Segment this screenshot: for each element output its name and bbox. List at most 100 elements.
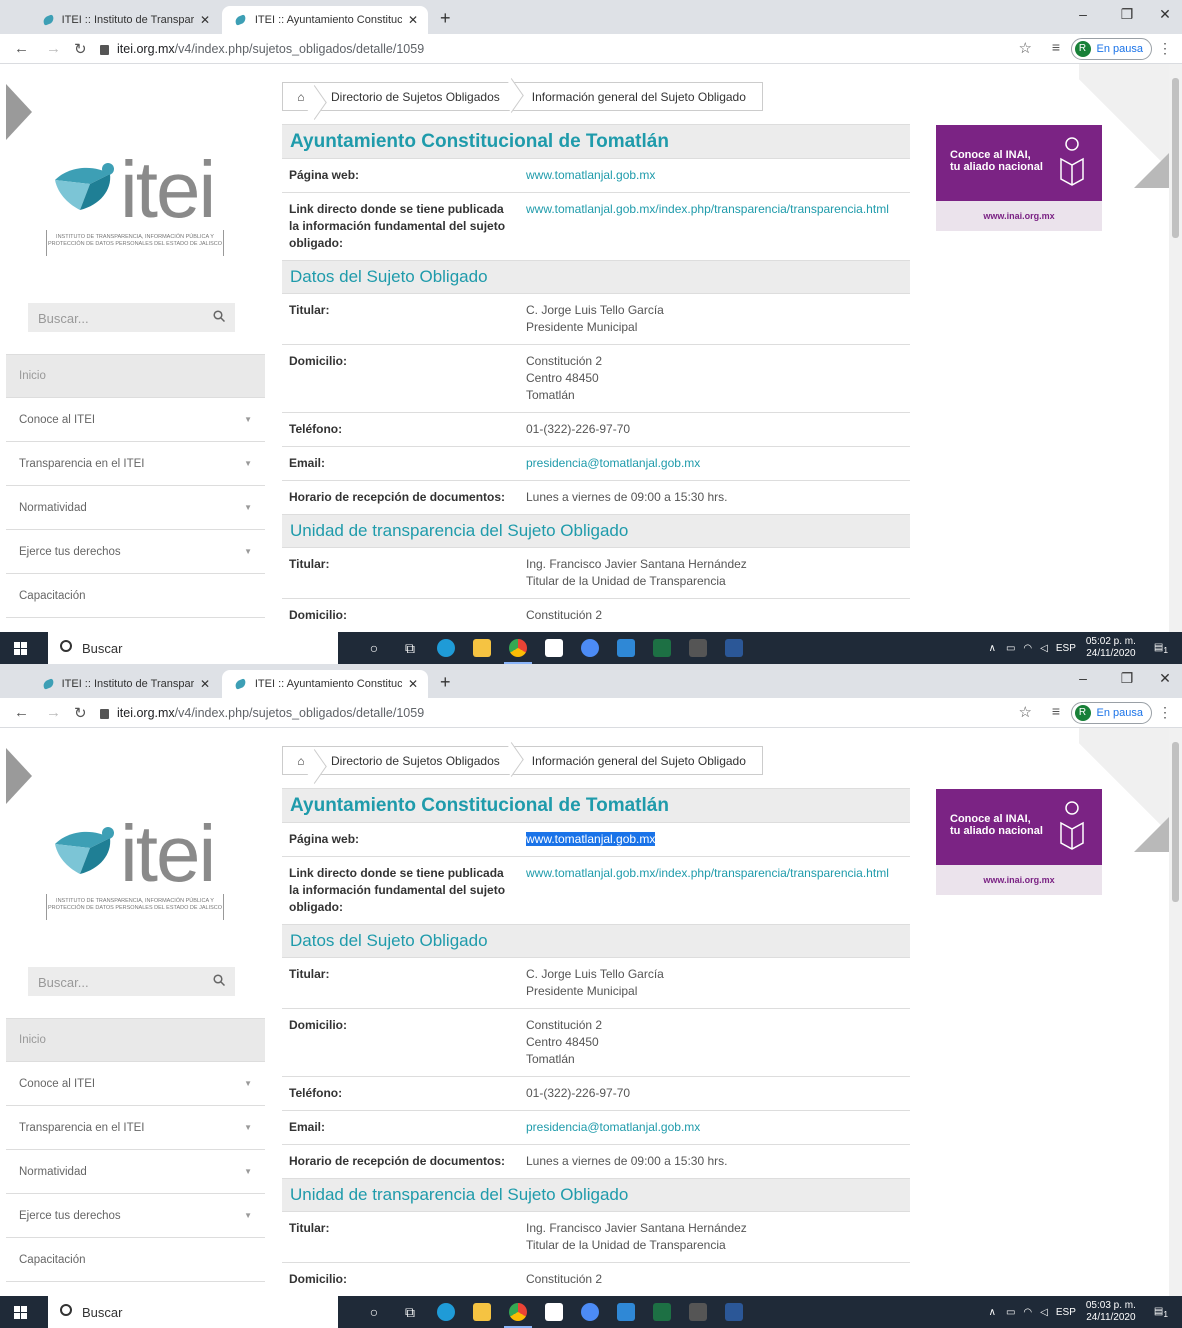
close-window-icon[interactable]: ✕ (1142, 670, 1182, 687)
cortana-icon[interactable]: ○ (356, 1296, 392, 1328)
search-icon[interactable] (213, 310, 225, 322)
forward-icon[interactable]: → (46, 40, 61, 57)
bookmark-star-icon[interactable]: ☆ (1019, 39, 1032, 57)
minimize-icon[interactable]: – (1060, 6, 1106, 22)
new-tab-icon[interactable]: + (440, 672, 451, 693)
edge-icon[interactable] (428, 632, 464, 664)
store-icon[interactable] (536, 1296, 572, 1328)
sidebar-item[interactable]: Normatividad ▼ (6, 1150, 265, 1194)
itei-logo[interactable]: itei INSTITUTO DE TRANSPARENCIA, INFORMA… (46, 145, 230, 264)
sidebar-item[interactable]: Transparencia en el ITEI ▼ (6, 1106, 265, 1150)
profile-button[interactable]: R En pausa (1070, 702, 1152, 724)
mail-icon[interactable] (608, 1296, 644, 1328)
file-explorer-icon[interactable] (464, 632, 500, 664)
sidebar-item[interactable]: Ejerce tus derechos ▼ (6, 530, 265, 574)
scrollbar[interactable] (1169, 728, 1182, 1296)
mail-icon[interactable] (608, 632, 644, 664)
task-view-icon[interactable]: ⧉ (392, 632, 428, 664)
sidebar-item[interactable]: Conoce al ITEI ▼ (6, 1062, 265, 1106)
tab-ayuntamiento[interactable]: ITEI :: Ayuntamiento Constitucion ✕ (222, 6, 428, 34)
breadcrumb-directorio[interactable]: Directorio de Sujetos Obligados (319, 83, 516, 110)
scrollbar-thumb[interactable] (1172, 78, 1179, 238)
tab-close-icon[interactable]: ✕ (200, 677, 210, 691)
back-icon[interactable]: ← (14, 704, 29, 721)
windows-start-icon[interactable] (14, 642, 27, 655)
battery-icon[interactable]: ▭ (1006, 643, 1015, 654)
store-icon[interactable] (536, 632, 572, 664)
volume-icon[interactable]: ◁ (1040, 643, 1048, 654)
tab-instituto[interactable]: ITEI :: Instituto de Transparencia, I ✕ (30, 670, 220, 698)
wifi-icon[interactable]: ◠ (1023, 1307, 1032, 1318)
clock[interactable]: 05:03 p. m. 24/11/2020 (1086, 1300, 1136, 1324)
language-indicator[interactable]: ESP (1056, 1307, 1076, 1318)
reading-list-icon[interactable]: ≡ (1052, 39, 1060, 55)
volume-icon[interactable]: ◁ (1040, 1307, 1048, 1318)
calculator-icon[interactable] (680, 632, 716, 664)
cortana-icon[interactable]: ○ (356, 632, 392, 664)
tab-close-icon[interactable]: ✕ (408, 13, 418, 27)
inai-banner[interactable]: Conoce al INAI, tu aliado nacional www.in… (936, 125, 1102, 231)
edge-icon[interactable] (428, 1296, 464, 1328)
wifi-icon[interactable]: ◠ (1023, 643, 1032, 654)
close-window-icon[interactable]: ✕ (1142, 6, 1182, 23)
reload-icon[interactable]: ↻ (74, 704, 87, 722)
search-icon[interactable] (213, 974, 225, 986)
language-indicator[interactable]: ESP (1056, 643, 1076, 654)
tab-close-icon[interactable]: ✕ (200, 13, 210, 27)
tray-up-icon[interactable]: ∧ (989, 1307, 996, 1318)
itei-logo[interactable]: itei INSTITUTO DE TRANSPARENCIA, INFORMA… (46, 809, 230, 928)
bookmark-star-icon[interactable]: ☆ (1019, 703, 1032, 721)
search-input[interactable]: Buscar... (28, 967, 235, 996)
sidebar-item[interactable]: Conoce al ITEI ▼ (6, 398, 265, 442)
tray-up-icon[interactable]: ∧ (989, 643, 996, 654)
sidebar-item[interactable]: Ejerce tus derechos ▼ (6, 1194, 265, 1238)
url-field[interactable]: itei.org.mx/v4/index.php/sujetos_obligad… (100, 38, 1150, 60)
sidebar-item[interactable]: Normatividad ▼ (6, 486, 265, 530)
notifications-icon[interactable]: ▤1 (1154, 642, 1168, 655)
reading-list-icon[interactable]: ≡ (1052, 703, 1060, 719)
home-icon[interactable]: ⌂ (283, 90, 319, 104)
inai-banner[interactable]: Conoce al INAI, tu aliado nacional www.in… (936, 789, 1102, 895)
chrome-alt-icon[interactable] (572, 1296, 608, 1328)
row-value[interactable]: presidencia@tomatlanjal.gob.mx (526, 455, 903, 472)
sidebar-item[interactable]: Capacitación (6, 1238, 265, 1282)
battery-icon[interactable]: ▭ (1006, 1307, 1015, 1318)
row-value[interactable]: www.tomatlanjal.gob.mx (526, 167, 903, 184)
tab-close-icon[interactable]: ✕ (408, 677, 418, 691)
tab-instituto[interactable]: ITEI :: Instituto de Transparencia, I ✕ (30, 6, 220, 34)
chrome-icon[interactable] (500, 1296, 536, 1328)
windows-start-icon[interactable] (14, 1306, 27, 1319)
reload-icon[interactable]: ↻ (74, 40, 87, 58)
taskbar-search[interactable]: Buscar (48, 1296, 338, 1328)
file-explorer-icon[interactable] (464, 1296, 500, 1328)
minimize-icon[interactable]: – (1060, 670, 1106, 686)
sidebar-item[interactable]: Inicio (6, 1018, 265, 1062)
url-field[interactable]: itei.org.mx/v4/index.php/sujetos_obligad… (100, 702, 1150, 724)
chrome-alt-icon[interactable] (572, 632, 608, 664)
tab-ayuntamiento[interactable]: ITEI :: Ayuntamiento Constitucion ✕ (222, 670, 428, 698)
excel-icon[interactable] (644, 1296, 680, 1328)
row-value[interactable]: www.tomatlanjal.gob.mx (526, 831, 903, 848)
forward-icon[interactable]: → (46, 704, 61, 721)
profile-button[interactable]: R En pausa (1070, 38, 1152, 60)
excel-icon[interactable] (644, 632, 680, 664)
scrollbar-thumb[interactable] (1172, 742, 1179, 902)
sidebar-item[interactable]: Capacitación (6, 574, 265, 618)
task-view-icon[interactable]: ⧉ (392, 1296, 428, 1328)
back-icon[interactable]: ← (14, 40, 29, 57)
browser-menu-icon[interactable]: ⋮ (1158, 704, 1172, 721)
home-icon[interactable]: ⌂ (283, 754, 319, 768)
row-value[interactable]: www.tomatlanjal.gob.mx/index.php/transpa… (526, 201, 903, 252)
clock[interactable]: 05:02 p. m. 24/11/2020 (1086, 636, 1136, 660)
notifications-icon[interactable]: ▤1 (1154, 1306, 1168, 1319)
word-icon[interactable] (716, 1296, 752, 1328)
taskbar-search[interactable]: Buscar (48, 632, 338, 664)
word-icon[interactable] (716, 632, 752, 664)
calculator-icon[interactable] (680, 1296, 716, 1328)
chrome-icon[interactable] (500, 632, 536, 664)
search-input[interactable]: Buscar... (28, 303, 235, 332)
row-value[interactable]: presidencia@tomatlanjal.gob.mx (526, 1119, 903, 1136)
browser-menu-icon[interactable]: ⋮ (1158, 40, 1172, 57)
row-value[interactable]: www.tomatlanjal.gob.mx/index.php/transpa… (526, 865, 903, 916)
scrollbar[interactable] (1169, 64, 1182, 632)
